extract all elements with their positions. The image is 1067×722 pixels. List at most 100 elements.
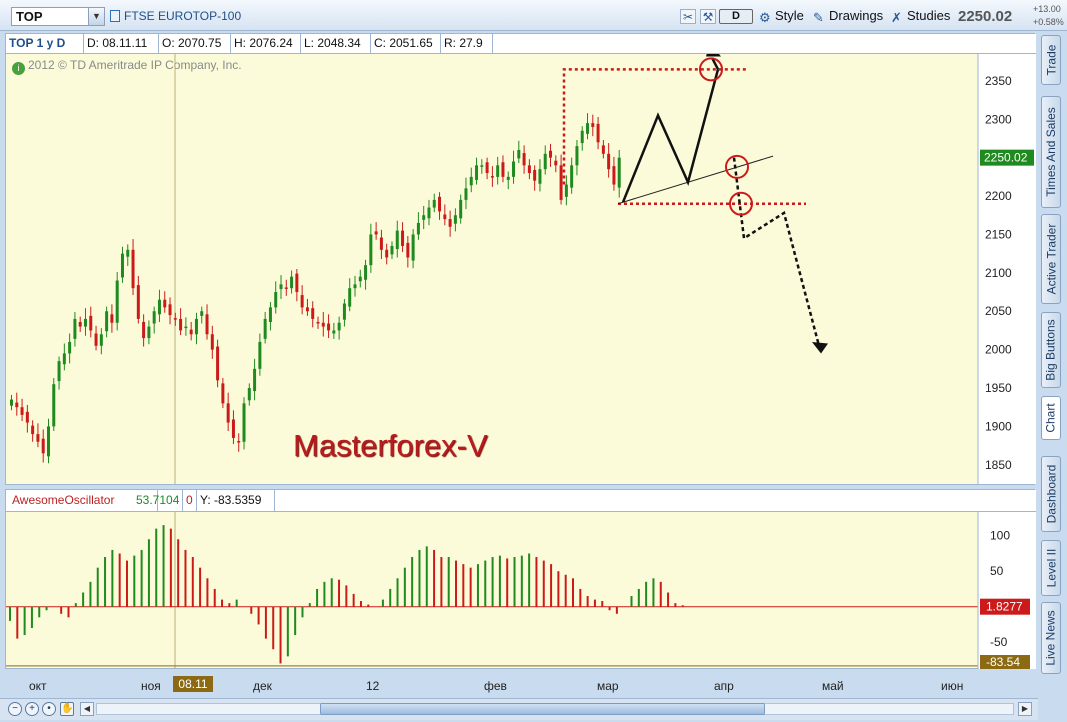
chart-toolbar: TOP ▼ FTSE EUROTOP-100 ✂ ⚒ D ⚙ Style ✎ D… — [0, 0, 1067, 31]
candle-body — [443, 214, 447, 220]
candle-body — [83, 318, 87, 327]
tab-active-trader[interactable]: Active Trader — [1041, 214, 1061, 304]
osc-tick-label: 100 — [990, 529, 1010, 543]
candle-body — [226, 403, 230, 423]
candle-body — [89, 315, 93, 331]
scroll-left-icon[interactable]: ◀ — [80, 702, 94, 716]
style-label: Style — [775, 8, 804, 23]
candle-body — [147, 326, 151, 339]
tab-big-buttons[interactable]: Big Buttons — [1041, 312, 1061, 388]
zoom-in-icon[interactable]: + — [25, 702, 39, 716]
candle-body — [464, 188, 468, 200]
candle-body — [279, 284, 283, 289]
oscillator-panel[interactable]: AwesomeOscillator 53.7104 0 Y: -83.5359 … — [5, 489, 1036, 669]
candle-body — [469, 176, 473, 186]
candle-body — [575, 146, 579, 166]
candle-body — [36, 434, 40, 442]
candle-body — [78, 321, 82, 327]
zoom-fit-icon[interactable]: • — [42, 702, 56, 716]
candle-body — [205, 314, 209, 335]
candle-body — [517, 149, 521, 159]
candle-body — [52, 384, 56, 427]
time-label: мар — [597, 679, 619, 693]
symbol-description: FTSE EUROTOP-100 — [124, 9, 242, 23]
price-chart-panel[interactable]: TOP 1 y D D: 08.11.11 O: 2070.75 H: 2076… — [5, 33, 1036, 485]
candle-body — [506, 176, 510, 180]
cursor-date-label: 08.11 — [173, 676, 213, 692]
time-label: окт — [29, 679, 47, 693]
settings-wrench-icon[interactable]: ⚒ — [700, 9, 716, 24]
time-axis: окт ноя дек 12 фев мар апр май июн 08.11 — [5, 671, 1035, 697]
osc-tick-label: 50 — [990, 564, 1004, 578]
candle-body — [31, 425, 35, 435]
symbol-selector[interactable]: TOP ▼ — [11, 7, 105, 26]
candle-body — [15, 402, 19, 408]
candle-body — [179, 318, 183, 331]
candle-body — [231, 419, 235, 438]
candle-body — [337, 322, 341, 331]
candle-body — [448, 219, 452, 227]
candle-body — [411, 234, 415, 261]
aggregation-button[interactable]: D — [719, 9, 753, 24]
studies-label: Studies — [907, 8, 951, 23]
candle-body — [586, 123, 590, 134]
tab-times-and-sales[interactable]: Times And Sales — [1041, 96, 1061, 208]
candle-body — [480, 165, 484, 167]
tab-trade[interactable]: Trade — [1041, 35, 1061, 85]
candle-body — [490, 176, 494, 178]
candle-body — [73, 318, 77, 339]
candle-body — [247, 388, 251, 401]
candle-body — [570, 165, 574, 188]
oscillator-value: 53.7104 — [133, 490, 183, 511]
tab-dashboard[interactable]: Dashboard — [1041, 456, 1061, 532]
info-close: C: 2051.65 — [371, 34, 441, 53]
info-date: D: 08.11.11 — [84, 34, 159, 53]
symbol-dropdown-icon[interactable]: ▼ — [88, 8, 104, 25]
cursor-y-readout: Y: -83.5359 — [197, 490, 275, 511]
osc-value-marker-label: 1.8277 — [986, 600, 1023, 614]
candle-body — [290, 276, 294, 289]
candle-body — [20, 407, 24, 415]
candle-body — [395, 230, 399, 250]
candle-body — [612, 166, 616, 185]
candle-body — [200, 311, 204, 316]
pan-hand-icon[interactable]: ✋ — [60, 702, 74, 716]
candle-body — [549, 150, 553, 158]
candle-body — [157, 299, 161, 315]
scroll-right-icon[interactable]: ▶ — [1018, 702, 1032, 716]
pattern-annotation-drawings — [562, 54, 828, 354]
zoom-out-icon[interactable]: − — [8, 702, 22, 716]
drawings-label: Drawings — [829, 8, 884, 23]
price-chart-plot[interactable]: 1850190019502000205021002150220022502300… — [6, 54, 1036, 484]
scissors-icon[interactable]: ✂ — [680, 9, 696, 24]
candle-body — [99, 334, 103, 346]
time-label: 12 — [366, 679, 380, 693]
price-tick-label: 2350 — [985, 74, 1012, 88]
candle-body — [263, 318, 267, 339]
tab-live-news[interactable]: Live News — [1041, 602, 1061, 674]
tab-chart[interactable]: Chart — [1041, 396, 1061, 440]
candle-body — [422, 215, 426, 220]
candle-body — [163, 299, 167, 308]
candle-body — [126, 249, 130, 257]
candle-body — [348, 288, 352, 307]
osc-tick-label: -50 — [990, 635, 1008, 649]
pencil-icon: ✎ — [813, 10, 824, 25]
style-button[interactable]: ⚙ Style — [757, 6, 804, 27]
symbol-input[interactable]: TOP — [16, 9, 43, 24]
bullish-scenario-path — [621, 69, 720, 203]
tab-level-ii[interactable]: Level II — [1041, 540, 1061, 596]
candle-body — [591, 123, 595, 127]
scrollbar-thumb[interactable] — [320, 703, 765, 715]
info-low: L: 2048.34 — [301, 34, 371, 53]
candle-body — [115, 280, 119, 323]
candle-body — [194, 318, 198, 335]
candle-body — [295, 273, 299, 293]
candle-body — [533, 169, 537, 181]
candle-body — [617, 157, 621, 188]
drawings-button[interactable]: ✎ Drawings — [811, 6, 883, 27]
candle-body — [274, 292, 278, 308]
info-open: O: 2070.75 — [159, 34, 231, 53]
studies-button[interactable]: ✗ Studies — [889, 6, 950, 27]
oscillator-plot[interactable]: 100 50 -50 1.8277 -83.54 — [6, 512, 1036, 669]
